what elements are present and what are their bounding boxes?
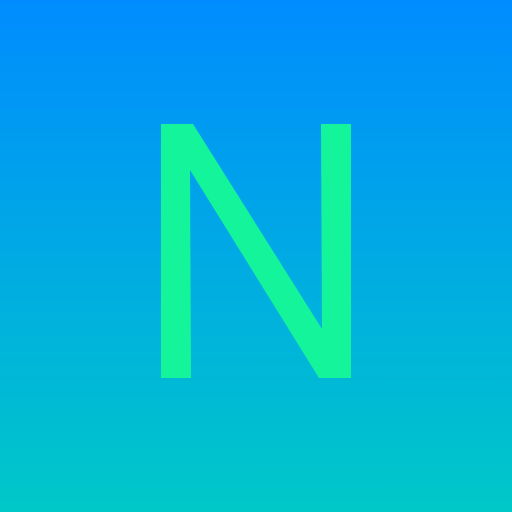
letter-glyph [161,124,351,378]
monogram-n-letter [161,124,351,378]
app-icon-tile [0,0,512,512]
